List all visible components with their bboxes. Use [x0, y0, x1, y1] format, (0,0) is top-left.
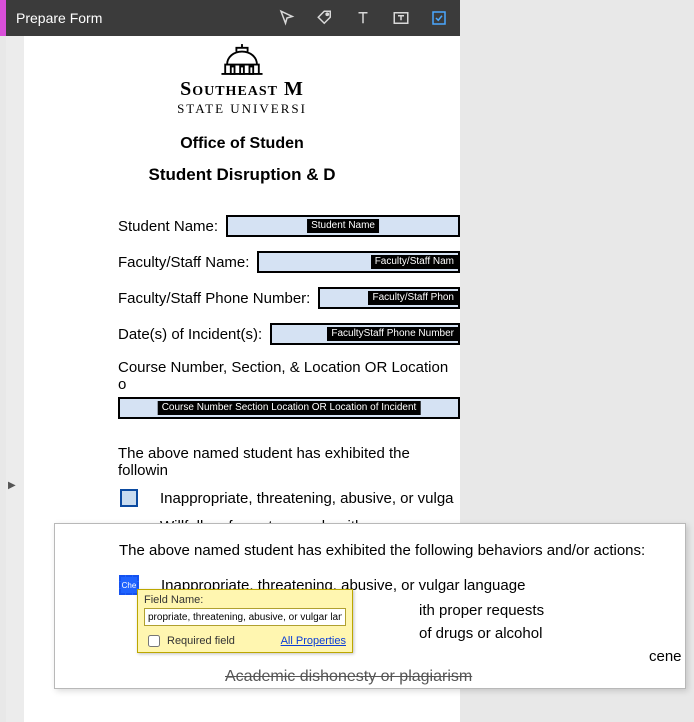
field-tag: Student Name — [307, 219, 379, 233]
office-line: Office of Studen — [24, 135, 460, 153]
required-field-label: Required field — [167, 635, 235, 647]
app-root: ▶ Prepare Form Southeast M — [0, 0, 694, 722]
checkbox-field[interactable] — [120, 489, 138, 507]
input-faculty-name[interactable]: Faculty/Staff Nam — [257, 251, 460, 273]
form-title: Student Disruption & D — [24, 165, 460, 185]
expand-panel-caret-icon[interactable]: ▶ — [8, 480, 16, 491]
field-name-input[interactable] — [144, 608, 346, 626]
prepare-form-toolbar: Prepare Form — [6, 0, 460, 36]
university-subtitle: STATE UNIVERSI — [24, 101, 460, 117]
toolbar-title: Prepare Form — [16, 10, 102, 26]
required-field-option[interactable]: Required field — [144, 632, 235, 650]
field-row-dates: Date(s) of Incident(s): FacultyStaff Pho… — [118, 323, 460, 345]
selected-checkbox-field[interactable]: Che — [119, 575, 139, 595]
field-tag: Faculty/Staff Phon — [368, 291, 458, 305]
left-gutter — [6, 0, 25, 722]
checkbox-badge: Che — [122, 581, 137, 590]
input-faculty-phone[interactable]: Faculty/Staff Phon — [318, 287, 460, 309]
field-row-faculty-phone: Faculty/Staff Phone Number: Faculty/Staf… — [118, 287, 460, 309]
label-faculty-phone: Faculty/Staff Phone Number: — [118, 290, 310, 307]
label-incident-dates: Date(s) of Incident(s): — [118, 326, 262, 343]
zoom-struck-line: Academic dishonesty or plagiarism — [119, 668, 663, 686]
input-student-name[interactable]: Student Name — [226, 215, 460, 237]
zoom-behavior-intro: The above named student has exhibited th… — [119, 542, 663, 559]
university-dome-icon — [212, 42, 272, 76]
label-faculty-name: Faculty/Staff Name: — [118, 254, 249, 271]
tag-tool-icon[interactable] — [314, 7, 336, 29]
field-tag: Course Number Section Location OR Locati… — [158, 401, 421, 415]
field-name-popup: Field Name: Required field All Propertie… — [137, 589, 353, 653]
input-course-location[interactable]: Course Number Section Location OR Locati… — [118, 397, 460, 419]
form-fields: Student Name: Student Name Faculty/Staff… — [24, 215, 460, 345]
field-row-student-name: Student Name: Student Name — [118, 215, 460, 237]
zoom-behavior-label: of drugs or alcohol — [419, 622, 663, 645]
zoom-behavior-label: ith proper requests — [419, 599, 663, 622]
zoom-behavior-label: cene conduct — [419, 645, 663, 668]
text-frame-tool-icon[interactable] — [390, 7, 412, 29]
field-name-title: Field Name: — [144, 594, 346, 606]
checkbox-tool-icon[interactable] — [428, 7, 450, 29]
behavior-row: Inappropriate, threatening, abusive, or … — [120, 489, 460, 507]
field-row-faculty-name: Faculty/Staff Name: Faculty/Staff Nam — [118, 251, 460, 273]
university-name: Southeast M — [24, 78, 460, 101]
input-incident-dates[interactable]: FacultyStaff Phone Number — [270, 323, 460, 345]
text-field-tool-icon[interactable] — [352, 7, 374, 29]
behavior-intro: The above named student has exhibited th… — [118, 445, 460, 479]
field-tag: Faculty/Staff Nam — [371, 255, 458, 269]
field-tag: FacultyStaff Phone Number — [327, 327, 458, 341]
required-field-checkbox[interactable] — [148, 635, 160, 647]
pointer-tool-icon[interactable] — [276, 7, 298, 29]
all-properties-link[interactable]: All Properties — [281, 635, 346, 647]
label-course-location: Course Number, Section, & Location OR Lo… — [24, 359, 460, 393]
label-student-name: Student Name: — [118, 218, 218, 235]
behavior-label: Inappropriate, threatening, abusive, or … — [160, 490, 454, 507]
